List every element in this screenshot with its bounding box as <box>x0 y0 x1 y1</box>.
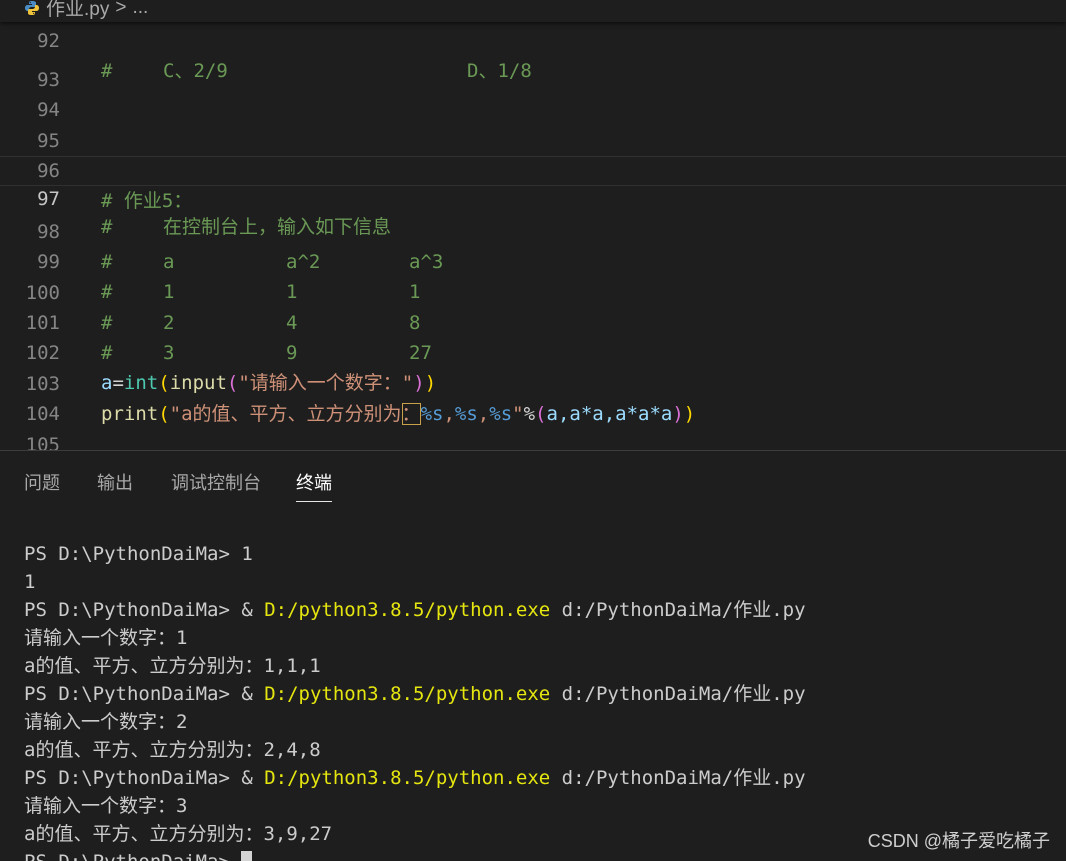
code-line[interactable]: 98 # a a^2 a^3 <box>0 187 1066 273</box>
code-line[interactable]: 94 <box>0 65 1066 121</box>
code-line[interactable]: 100 #2 4 8 <box>0 248 1066 334</box>
current-code-line[interactable]: 97 # 在控制台上，输入如下信息 <box>0 156 1066 238</box>
breadcrumb-separator: > <box>115 0 127 18</box>
breadcrumb-file[interactable]: 作业.py <box>46 0 109 21</box>
tab-terminal[interactable]: 终端 <box>296 469 332 502</box>
terminal-line: 请输入一个数字：1 <box>24 627 188 649</box>
terminal-line: 请输入一个数字：2 <box>24 711 188 733</box>
terminal-line: PS D:\PythonDaiMa> & D:/python3.8.5/pyth… <box>24 767 806 789</box>
watermark: CSDN @橘子爱吃橘子 <box>867 831 1050 851</box>
tab-output[interactable]: 输出 <box>97 469 133 501</box>
terminal-line: a的值、平方、立方分别为：1,1,1 <box>24 655 321 677</box>
code-line[interactable]: 102 a=int(input("请输入一个数字：")) <box>0 308 1066 394</box>
code-line[interactable]: 101 #3 9 27 <box>0 278 1066 364</box>
code-line[interactable]: 96 # 作业5： <box>0 126 1066 212</box>
code-line[interactable]: 103 print("a的值、平方、立方分别为：%s,%s,%s"%(a,a*a… <box>0 339 1066 425</box>
terminal-line: a的值、平方、立方分别为：3,9,27 <box>24 823 333 845</box>
terminal-line: PS D:\PythonDaiMa> & D:/python3.8.5/pyth… <box>24 599 806 621</box>
code-line[interactable]: 106 <box>0 430 1066 450</box>
code-line[interactable]: 104 <box>0 369 1066 425</box>
code-editor[interactable]: 92 # C、2/9 D、1/8 93 94 95 96 # 作业5： 97 # 在控… <box>0 0 1066 450</box>
code-line[interactable]: 95 <box>0 96 1066 152</box>
tab-debug-console[interactable]: 调试控制台 <box>171 469 261 501</box>
terminal-line: PS D:\PythonDaiMa> & D:/python3.8.5/pyth… <box>24 683 806 705</box>
code-line[interactable]: 99 #1 1 1 <box>0 217 1066 303</box>
terminal-cursor <box>241 851 253 861</box>
terminal-line: 1 <box>24 571 36 593</box>
breadcrumb[interactable]: 作业.py > ... <box>0 0 1066 22</box>
python-file-icon <box>24 0 40 16</box>
terminal-line: 请输入一个数字：3 <box>24 795 188 817</box>
breadcrumb-trail[interactable]: ... <box>132 0 148 19</box>
terminal-line: a的值、平方、立方分别为：2,4,8 <box>24 739 321 761</box>
bottom-panel: 问题 输出 调试控制台 终端 PS D:\PythonDaiMa> 1 1 PS… <box>0 450 1066 861</box>
terminal-prompt-line[interactable]: PS D:\PythonDaiMa> <box>24 848 253 861</box>
terminal-line: PS D:\PythonDaiMa> 1 <box>24 543 253 565</box>
tab-problems[interactable]: 问题 <box>24 469 60 501</box>
code-line[interactable]: 93 <box>0 35 1066 91</box>
code-line[interactable]: 105 <box>0 400 1066 450</box>
